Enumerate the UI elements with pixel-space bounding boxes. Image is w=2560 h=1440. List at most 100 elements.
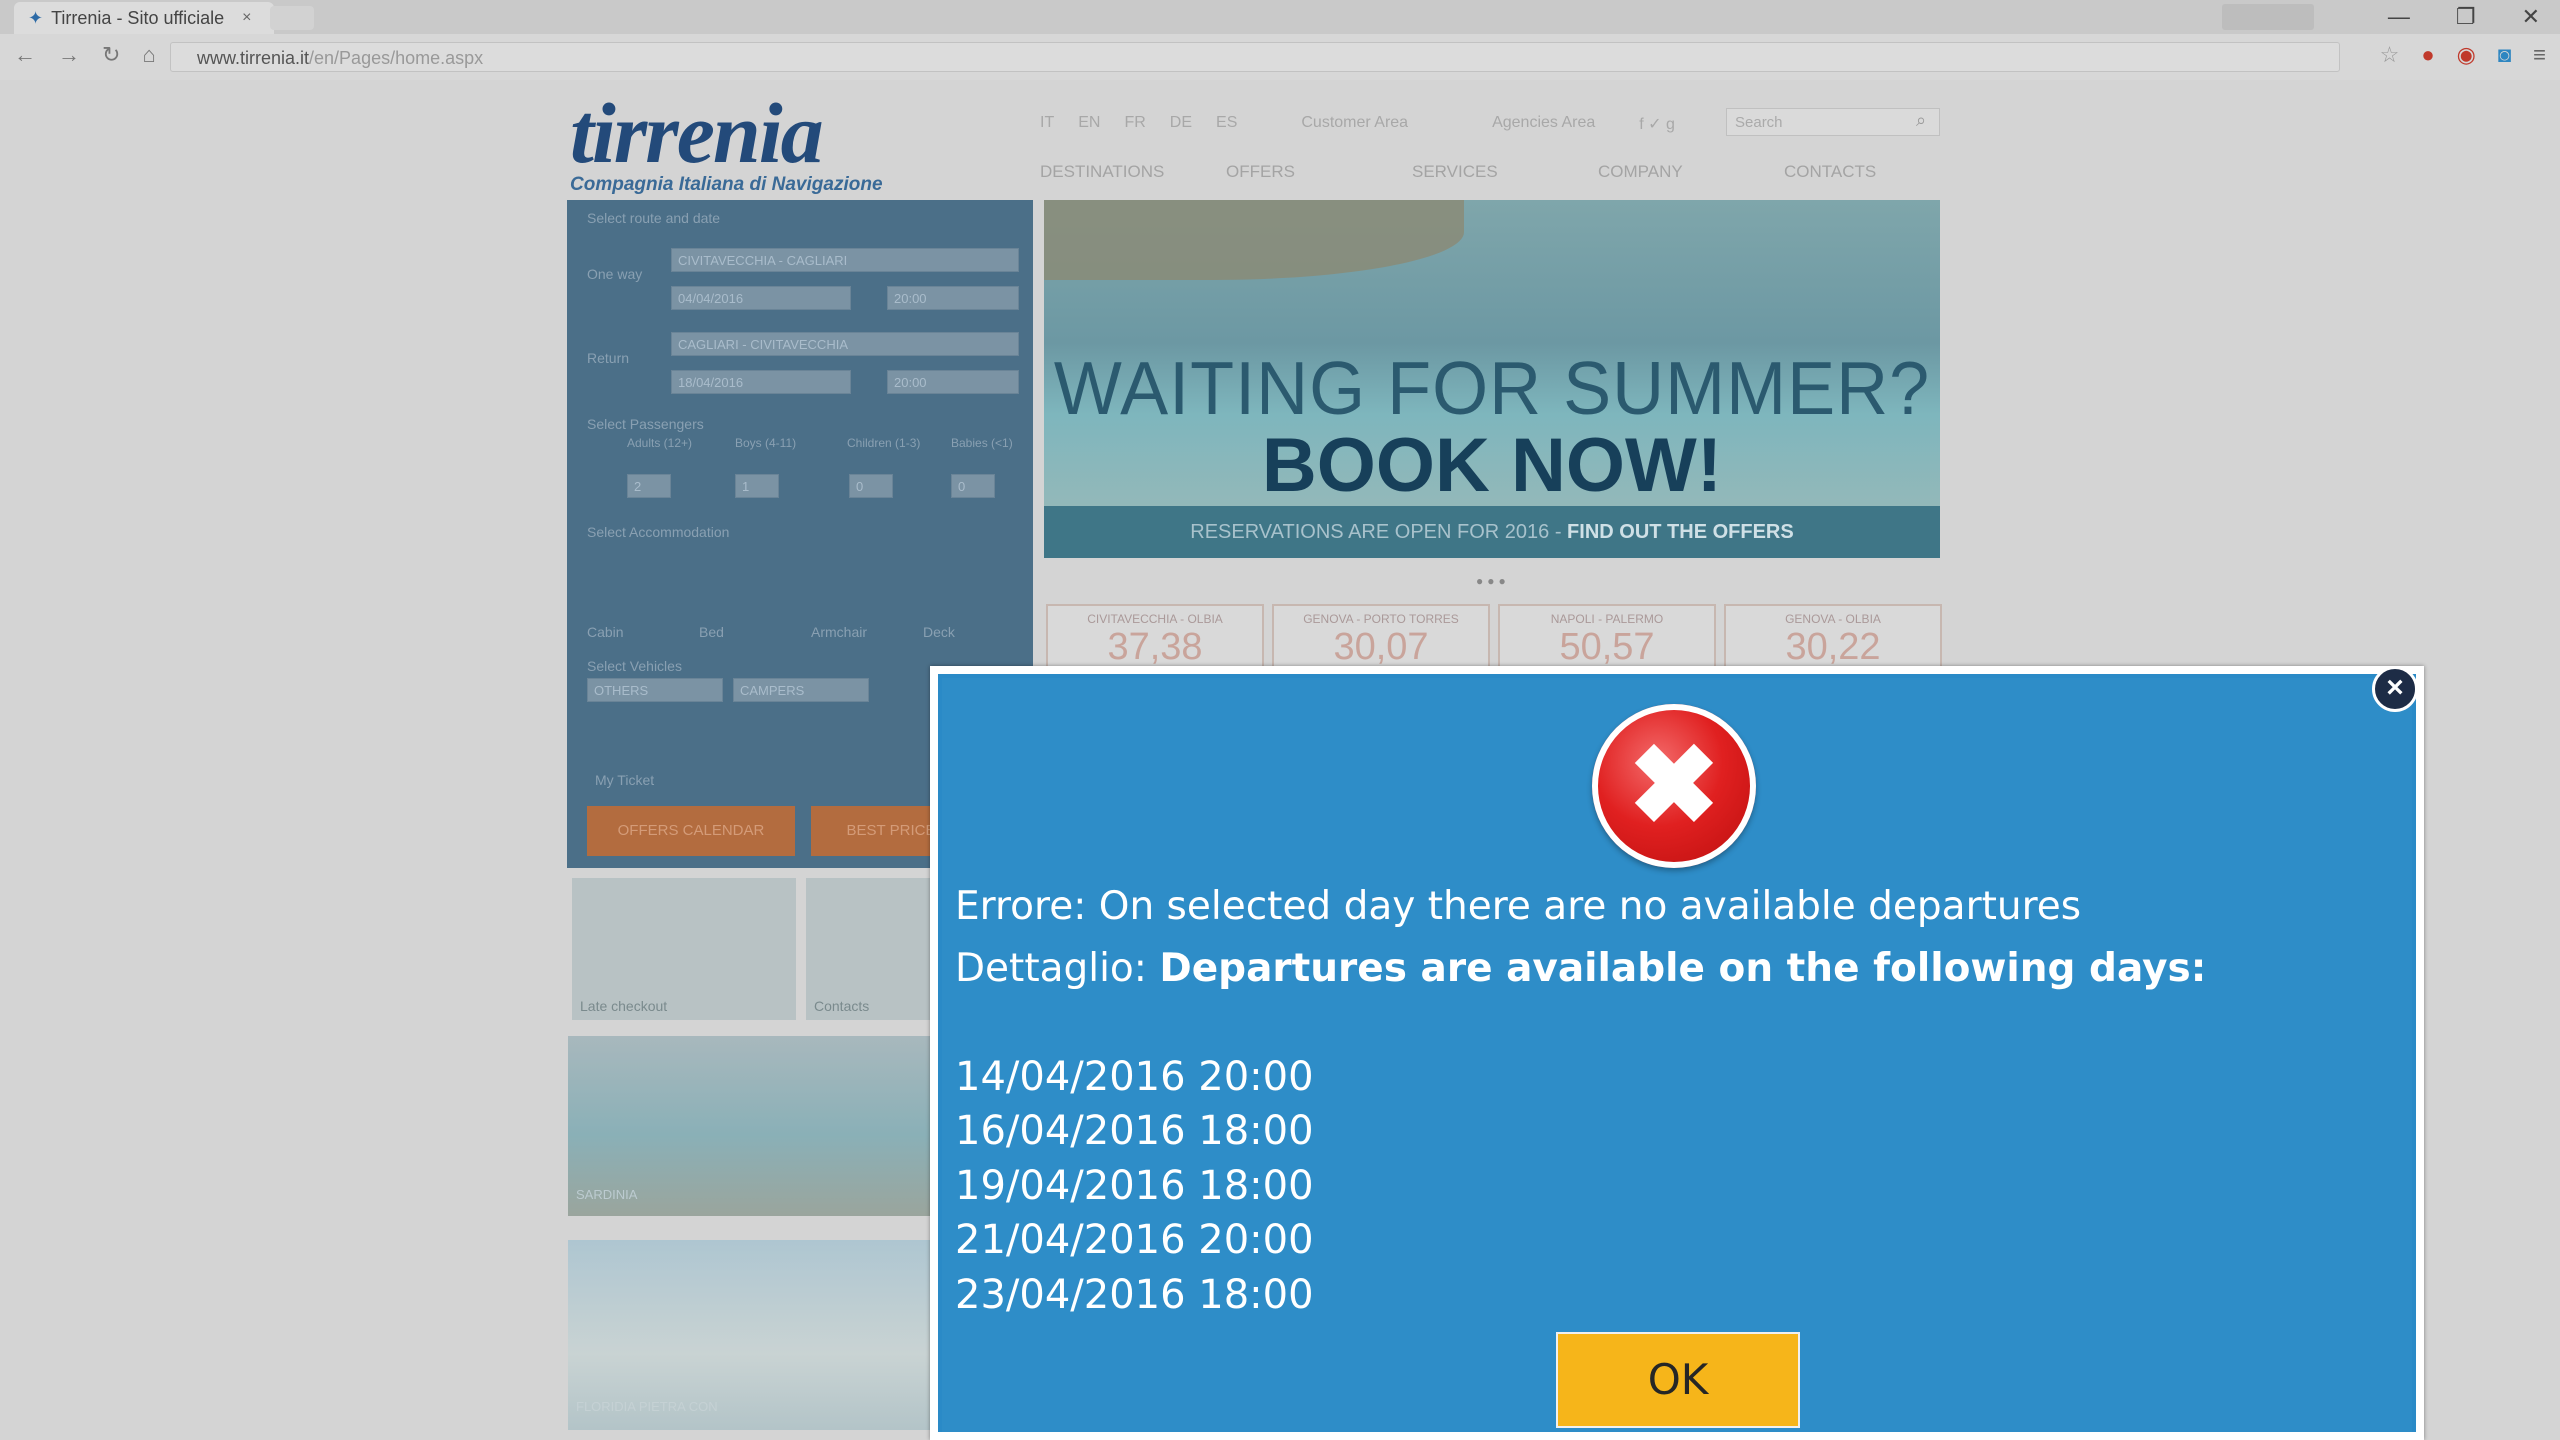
accommodation-title: Select Accommodation <box>587 524 730 540</box>
extension-icon[interactable]: ● <box>2421 42 2434 68</box>
ok-button[interactable]: OK <box>1556 1332 1800 1428</box>
menu-offers[interactable]: OFFERS <box>1226 162 1412 182</box>
route-back-select[interactable]: CAGLIARI - CIVITAVECCHIA <box>671 332 1019 356</box>
error-x-glyph: ✖ <box>1627 724 1721 847</box>
lang-es[interactable]: ES <box>1216 114 1237 134</box>
home-icon[interactable]: ⌂ <box>142 42 155 68</box>
banner-strip-text: RESERVATIONS ARE OPEN FOR 2016 - <box>1190 521 1568 543</box>
window-close-icon[interactable]: ✕ <box>2522 4 2540 30</box>
dialog-close-icon[interactable]: × <box>2372 666 2418 712</box>
route-out-select[interactable]: CIVITAVECCHIA - CAGLIARI <box>671 248 1019 272</box>
hour-back-select[interactable]: 20:00 <box>887 370 1019 394</box>
late-checkout-tile[interactable]: Late checkout <box>572 878 796 1020</box>
reload-icon[interactable]: ↻ <box>102 42 120 68</box>
menu-services[interactable]: SERVICES <box>1412 162 1598 182</box>
logo-word: tirrenia <box>570 85 824 181</box>
profile-badge[interactable] <box>2222 4 2314 30</box>
available-date: 19/04/2016 18:00 <box>955 1163 1314 1209</box>
banner-cta: BOOK NOW! <box>1261 423 1723 508</box>
agencies-area-link[interactable]: Agencies Area <box>1492 114 1595 134</box>
menu-company[interactable]: COMPANY <box>1598 162 1784 182</box>
error-label: Errore: <box>955 884 1087 929</box>
available-date: 16/04/2016 18:00 <box>955 1108 1314 1154</box>
error-icon: ✖ <box>1592 704 1756 868</box>
new-tab-button[interactable] <box>270 6 314 30</box>
minimize-icon[interactable]: — <box>2388 4 2410 30</box>
detail-label: Dettaglio: <box>955 946 1147 991</box>
bookmark-star-icon[interactable]: ☆ <box>2380 42 2400 68</box>
skype-icon[interactable]: ◙ <box>2498 42 2511 68</box>
offers-calendar-button[interactable]: OFFERS CALENDAR <box>587 806 795 856</box>
my-ticket-label[interactable]: My Ticket <box>595 772 654 788</box>
error-text: On selected day there are no available d… <box>1098 884 2082 929</box>
forward-arrow-icon[interactable]: → <box>58 42 80 68</box>
promo-banner[interactable]: WAITING FOR SUMMER? BOOK NOW! RESERVATIO… <box>1044 200 1940 558</box>
social-icons[interactable]: f ✓ g <box>1639 114 1675 134</box>
offer-price: 30,07 <box>1333 626 1429 668</box>
url-domain: www.tirrenia.it <box>197 48 310 68</box>
boys-label: Boys (4-11) <box>735 436 797 450</box>
customer-area-link[interactable]: Customer Area <box>1301 114 1408 134</box>
adults-label: Adults (12+) <box>627 436 693 450</box>
restore-icon[interactable]: ❐ <box>2456 4 2476 30</box>
tab-close-icon[interactable]: × <box>242 9 251 27</box>
tirrenia-logo[interactable]: tirrenia Compagnia Italiana di Navigazio… <box>570 88 883 196</box>
children-count[interactable]: 0 <box>849 474 893 498</box>
date-out-field[interactable]: 04/04/2016 <box>671 286 851 310</box>
hotel-tile[interactable]: FLORIDIA PIETRA CON <box>568 1240 934 1430</box>
date-back-field[interactable]: 18/04/2016 <box>671 370 851 394</box>
babies-label: Babies (<1) <box>951 436 1013 450</box>
booking-title: Select route and date <box>587 210 721 226</box>
banner-headline: WAITING FOR SUMMER? <box>1053 347 1931 431</box>
address-bar[interactable]: www.tirrenia.it/en/Pages/home.aspx <box>170 42 2340 72</box>
sardinia-tile[interactable]: SARDINIA <box>568 1036 934 1216</box>
site-search-input[interactable]: Search <box>1726 108 1940 136</box>
offer-price: 37,38 <box>1107 626 1203 668</box>
available-date: 14/04/2016 20:00 <box>955 1054 1314 1100</box>
late-checkout-label: Late checkout <box>580 998 668 1014</box>
babies-count[interactable]: 0 <box>951 474 995 498</box>
available-date: 23/04/2016 18:00 <box>955 1272 1314 1318</box>
error-message: Errore: On selected day there are no ava… <box>955 884 2081 929</box>
hour-out-select[interactable]: 20:00 <box>887 286 1019 310</box>
browser-titlebar: ✦ Tirrenia - Sito ufficiale × — ❐ ✕ <box>0 0 2560 35</box>
carousel-dots[interactable]: ●●● <box>1476 574 1510 588</box>
detail-text: Departures are available on the followin… <box>1159 946 2207 991</box>
vehicle-model-select[interactable]: CAMPERS <box>733 678 869 702</box>
deck-label[interactable]: Deck <box>923 624 955 640</box>
lang-en[interactable]: EN <box>1078 114 1100 134</box>
banner-strip-link[interactable]: FIND OUT THE OFFERS <box>1567 521 1794 543</box>
bed-label[interactable]: Bed <box>699 624 724 640</box>
boys-count[interactable]: 1 <box>735 474 779 498</box>
contacts-tile[interactable]: Contacts <box>806 878 936 1020</box>
main-menu: DESTINATIONS OFFERS SERVICES COMPANY CON… <box>1040 162 1970 182</box>
lang-de[interactable]: DE <box>1170 114 1192 134</box>
banner-strip[interactable]: RESERVATIONS ARE OPEN FOR 2016 - FIND OU… <box>1044 506 1940 558</box>
offer-route: GENOVA - PORTO TORRES <box>1303 612 1459 626</box>
site-search-icon[interactable]: ⌕ <box>1916 110 1926 131</box>
browser-tab[interactable]: ✦ Tirrenia - Sito ufficiale × <box>14 2 274 34</box>
banner-hill <box>1044 200 1464 280</box>
pinterest-icon[interactable]: ◉ <box>2457 42 2476 68</box>
back-arrow-icon[interactable]: ← <box>14 42 36 68</box>
tab-title: Tirrenia - Sito ufficiale <box>51 7 225 28</box>
armchair-label[interactable]: Armchair <box>811 624 867 640</box>
offer-price: 30,22 <box>1785 626 1881 668</box>
return-label[interactable]: Return <box>587 350 629 366</box>
logo-subtitle: Compagnia Italiana di Navigazione <box>570 174 883 195</box>
detail-message: Dettaglio: Departures are available on t… <box>955 946 2206 991</box>
menu-destinations[interactable]: DESTINATIONS <box>1040 162 1226 182</box>
vehicle-type-select[interactable]: OTHERS <box>587 678 723 702</box>
hotel-label: FLORIDIA PIETRA CON <box>576 1399 718 1414</box>
url-path: /en/Pages/home.aspx <box>309 48 484 68</box>
lang-it[interactable]: IT <box>1040 114 1054 134</box>
contacts-label: Contacts <box>814 998 870 1014</box>
cabin-label[interactable]: Cabin <box>587 624 624 640</box>
menu-icon[interactable]: ≡ <box>2533 42 2546 68</box>
vehicles-title: Select Vehicles <box>587 658 682 674</box>
offer-price: 50,57 <box>1559 626 1655 668</box>
lang-fr[interactable]: FR <box>1124 114 1145 134</box>
menu-contacts[interactable]: CONTACTS <box>1784 162 1970 182</box>
adults-count[interactable]: 2 <box>627 474 671 498</box>
children-label: Children (1-3) <box>847 436 921 450</box>
